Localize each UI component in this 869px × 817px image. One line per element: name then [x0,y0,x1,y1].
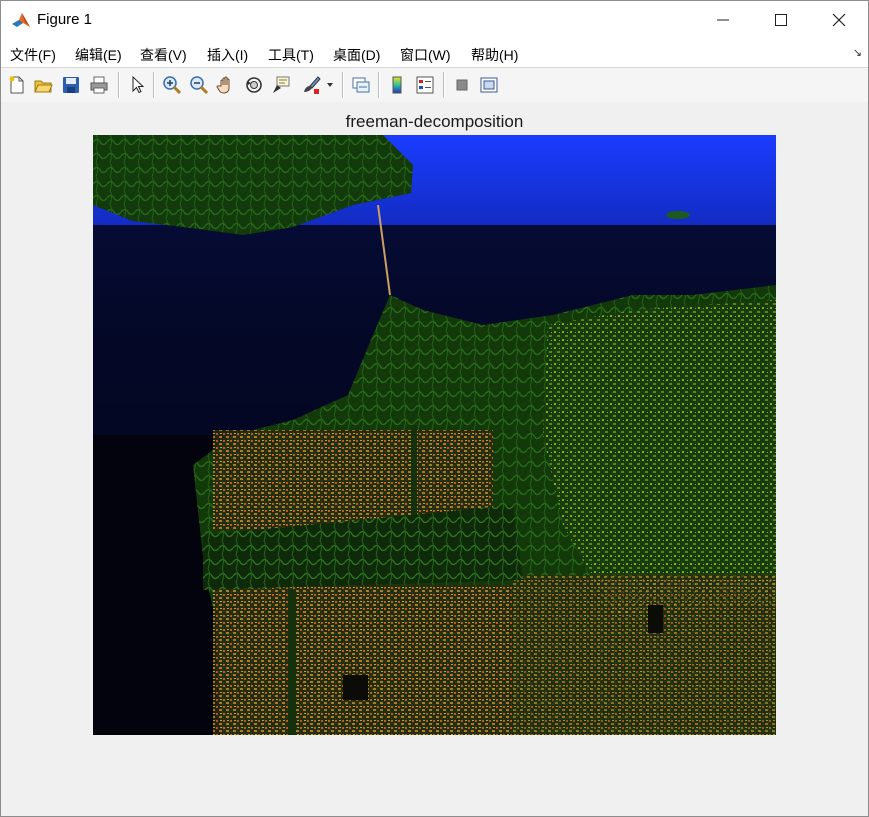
menu-edit[interactable]: 编辑(E) [75,45,122,65]
insert-legend-icon [416,76,434,94]
window-title: Figure 1 [37,11,93,28]
menu-desktop[interactable]: 桌面(D) [333,45,380,65]
zoom-out-button[interactable] [187,73,211,97]
edit-plot-icon [132,75,145,94]
link-plot-button[interactable] [349,73,373,97]
close-icon [832,13,846,27]
plot-title: freeman-decomposition [345,112,524,131]
menu-window[interactable]: 窗口(W) [400,45,451,65]
toolbar-separator [342,72,344,98]
new-figure-button[interactable] [5,73,29,97]
title-bar[interactable]: Figure 1 [1,1,868,39]
brush-button[interactable] [299,73,323,97]
brush-icon [304,76,321,94]
pan-button[interactable] [214,73,238,97]
pan-icon [216,76,230,94]
chevron-down-icon [327,83,333,87]
print-icon [90,76,108,94]
save-button[interactable] [59,73,83,97]
insert-legend-button[interactable] [413,73,437,97]
zoom-in-button[interactable] [160,73,184,97]
decomposition-image[interactable] [93,135,776,735]
show-plot-tools-icon [480,77,498,93]
brush-dropdown[interactable] [323,73,337,97]
toolbar-separator [443,72,445,98]
toolbar [1,67,868,103]
rotate-3d-icon [246,77,262,93]
open-file-icon [34,80,53,93]
close-button[interactable] [810,1,868,39]
toolbar-separator [153,72,155,98]
print-button[interactable] [87,73,111,97]
zoom-in-icon [163,76,182,95]
menu-view[interactable]: 查看(V) [140,45,187,65]
toolbar-separator [118,72,120,98]
hide-plot-tools-icon [456,79,468,91]
edit-plot-button[interactable] [125,73,149,97]
maximize-icon [775,14,787,26]
menu-bar: 文件(F) 编辑(E) 查看(V) 插入(I) 工具(T) 桌面(D) 窗口(W… [1,39,868,67]
rotate-3d-button[interactable] [242,73,266,97]
minimize-icon [717,19,729,21]
menu-help[interactable]: 帮助(H) [471,45,518,65]
open-file-button[interactable] [31,73,55,97]
minimize-button[interactable] [694,1,752,39]
new-figure-icon [9,76,24,94]
maximize-button[interactable] [752,1,810,39]
freeman-decomposition-image [93,135,776,735]
show-plot-tools-button[interactable] [477,73,501,97]
menu-file[interactable]: 文件(F) [10,45,56,65]
data-cursor-icon [273,76,290,93]
link-plot-icon [352,77,370,93]
insert-colorbar-button[interactable] [385,73,409,97]
save-icon [63,77,79,93]
figure-canvas[interactable]: freeman-decomposition [1,102,868,816]
insert-colorbar-icon [392,76,402,94]
dock-arrow-icon[interactable]: ↘ [853,46,862,59]
zoom-out-icon [190,76,209,95]
matlab-icon [11,10,31,30]
figure-window: Figure 1 文件(F) 编辑(E) 查看(V) 插入(I) 工具(T) 桌… [0,0,869,817]
menu-insert[interactable]: 插入(I) [207,45,248,65]
menu-tools[interactable]: 工具(T) [268,45,314,65]
hide-plot-tools-button[interactable] [450,73,474,97]
data-cursor-button[interactable] [269,73,293,97]
toolbar-separator [378,72,380,98]
